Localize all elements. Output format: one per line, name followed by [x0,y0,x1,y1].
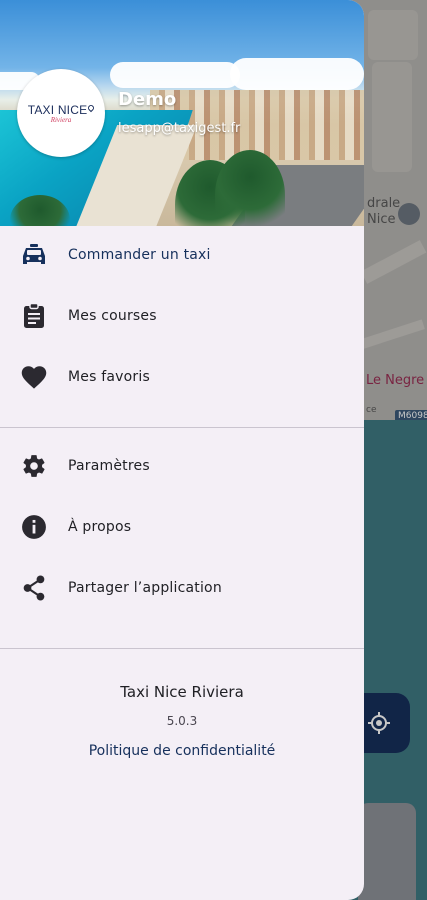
header-palm [215,150,285,226]
clipboard-icon [20,302,48,330]
header-cloud [110,62,240,88]
menu-divider [0,427,364,428]
menu-item-mes-favoris[interactable]: Mes favoris [0,349,364,405]
drawer-header: TAXI NICE Riviera Demo lesapp@taxigest.f… [0,0,364,226]
menu-item-label: Mes favoris [68,369,150,385]
privacy-policy-link[interactable]: Politique de confidentialité [0,743,364,759]
menu-item-label: À propos [68,519,132,535]
menu-item-label: Partager l’application [68,580,222,596]
share-icon [20,574,48,602]
logo-wordmark: TAXI NICE [28,103,96,117]
user-name: Demo [118,89,177,110]
navigation-drawer: TAXI NICE Riviera Demo lesapp@taxigest.f… [0,0,364,900]
app-name: Taxi Nice Riviera [120,683,244,701]
user-email: lesapp@taxigest.fr [118,121,241,136]
header-cloud [230,58,364,90]
menu-divider [0,648,364,649]
info-icon [20,513,48,541]
menu-item-mes-courses[interactable]: Mes courses [0,288,364,344]
logo-subtitle: Riviera [50,115,72,124]
taxi-icon [20,241,48,269]
menu-item-label: Paramètres [68,458,150,474]
menu-item-commander-taxi[interactable]: Commander un taxi [0,227,364,283]
menu-item-label: Mes courses [68,308,157,324]
menu-item-partager[interactable]: Partager l’application [0,560,364,616]
gear-icon [20,452,48,480]
app-version: 5.0.3 [166,714,198,728]
menu-item-a-propos[interactable]: À propos [0,499,364,555]
menu-item-parametres[interactable]: Paramètres [0,438,364,494]
location-pin-icon [87,103,96,112]
heart-icon [20,363,48,391]
brand-logo: TAXI NICE Riviera [17,69,105,157]
menu-item-label: Commander un taxi [68,247,211,263]
